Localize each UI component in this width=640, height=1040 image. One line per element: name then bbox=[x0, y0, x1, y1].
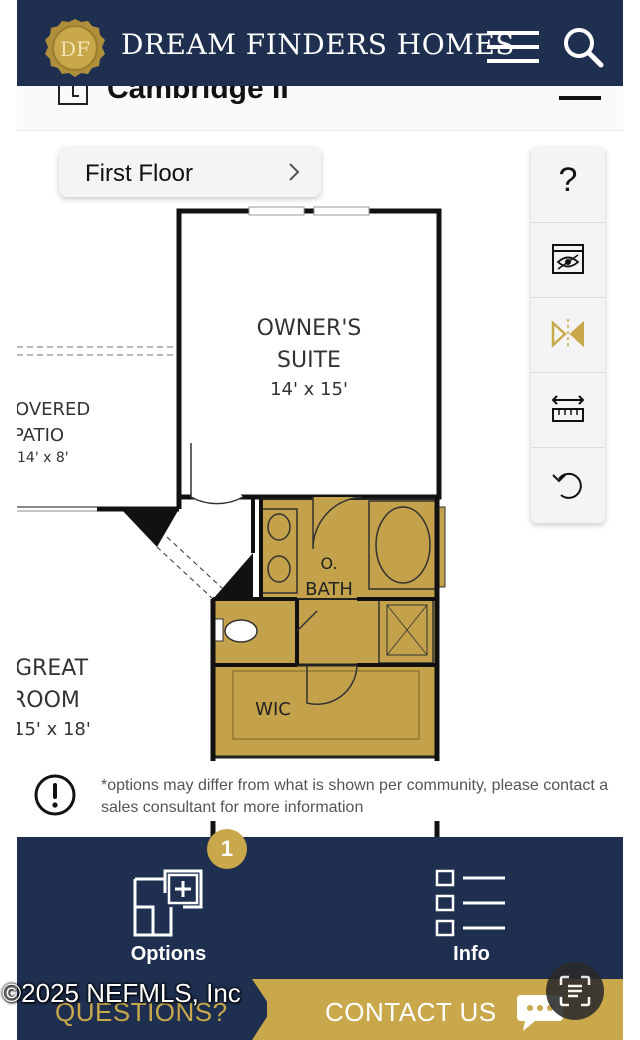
contact-us-button[interactable]: CONTACT US bbox=[325, 997, 497, 1028]
hamburger-menu-icon[interactable] bbox=[485, 27, 541, 67]
scan-text-icon bbox=[559, 975, 591, 1007]
plan-menu-icon[interactable] bbox=[557, 86, 603, 104]
floor-selector-label: First Floor bbox=[85, 160, 193, 187]
great-room-label: GREAT bbox=[17, 656, 89, 681]
floorplan-icon bbox=[57, 86, 93, 108]
site-header: DF DREAM FINDERS HOMES bbox=[17, 0, 623, 86]
patio-label: OVERED bbox=[17, 399, 90, 420]
logo-monogram: DF bbox=[60, 37, 90, 61]
disclaimer: *options may differ from what is shown p… bbox=[17, 761, 623, 821]
measure-button[interactable] bbox=[531, 372, 605, 448]
floor-selector-button[interactable]: First Floor bbox=[59, 147, 321, 197]
plan-toolbar: ? bbox=[531, 147, 605, 523]
owners-suite-label-2: SUITE bbox=[277, 348, 341, 373]
options-tab[interactable]: 1 Options bbox=[17, 829, 320, 979]
patio-label-2: PATIO bbox=[17, 425, 64, 446]
chevron-right-icon bbox=[289, 163, 300, 181]
options-badge: 1 bbox=[207, 829, 247, 869]
options-floorplan-icon bbox=[133, 869, 203, 937]
bath-label: O. bbox=[320, 554, 337, 573]
disclaimer-text: *options may differ from what is shown p… bbox=[101, 777, 609, 816]
copyright-watermark: ©2025 NEFMLS, Inc bbox=[2, 978, 241, 1008]
alert-icon bbox=[34, 774, 76, 816]
info-list-icon bbox=[435, 869, 505, 937]
furniture-view-icon bbox=[552, 244, 584, 274]
reset-button[interactable] bbox=[531, 447, 605, 522]
bath-label-2: BATH bbox=[305, 579, 353, 600]
app-frame: DF DREAM FINDERS HOMES Cambridge II OWNE… bbox=[17, 0, 623, 1040]
logo-seal[interactable]: DF bbox=[43, 17, 107, 79]
plan-title-bar: Cambridge II bbox=[17, 86, 623, 131]
help-icon: ? bbox=[558, 161, 578, 199]
brand-name[interactable]: DREAM FINDERS HOMES bbox=[121, 28, 515, 61]
ruler-icon bbox=[551, 395, 585, 422]
owners-suite-size: 14' x 15' bbox=[270, 379, 348, 400]
search-icon[interactable] bbox=[561, 25, 605, 69]
mirror-plan-button[interactable] bbox=[531, 297, 605, 373]
floorplan-canvas[interactable]: OWNER'S SUITE 14' x 15' OVERED PATIO 14'… bbox=[17, 131, 623, 837]
undo-icon bbox=[552, 472, 582, 499]
patio-size: 14' x 8' bbox=[17, 450, 69, 466]
plan-title: Cambridge II bbox=[107, 86, 289, 105]
mirror-icon bbox=[551, 319, 584, 349]
help-button[interactable]: ? bbox=[531, 147, 605, 223]
options-label: Options bbox=[130, 943, 207, 965]
bottom-nav: 1 Options Info bbox=[17, 829, 623, 979]
great-room-label-2: ROOM bbox=[17, 688, 80, 713]
owners-suite-label: OWNER'S bbox=[257, 316, 362, 341]
great-room-size: 15' x 18' bbox=[17, 719, 91, 740]
wic-label: WIC bbox=[255, 699, 291, 720]
view-toggle-button[interactable] bbox=[531, 222, 605, 298]
text-scan-button[interactable] bbox=[546, 962, 604, 1020]
info-tab[interactable]: Info bbox=[320, 837, 623, 979]
